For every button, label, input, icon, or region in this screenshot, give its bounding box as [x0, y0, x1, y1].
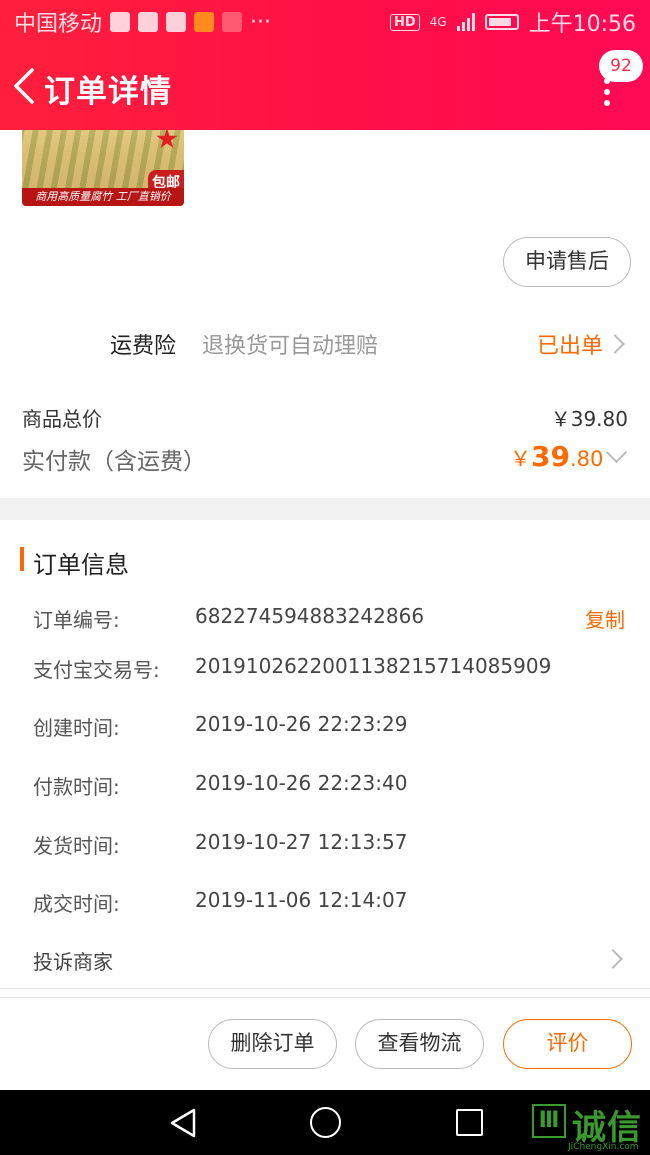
more-notifications-icon: ··· — [250, 9, 271, 35]
order-number-row: 订单编号: 682274594883242866 复制 — [0, 604, 650, 634]
apply-aftersale-button[interactable]: 申请售后 — [503, 237, 631, 287]
goods-total-label: 商品总价 — [22, 407, 102, 431]
signal-icon — [456, 13, 475, 31]
amount-integer: 39 — [531, 440, 570, 473]
complain-seller-link[interactable]: 投诉商家 — [33, 946, 113, 975]
shipping-time: 2019-10-27 12:13:57 — [195, 830, 408, 854]
info-label: 付款时间: — [33, 775, 120, 799]
shipping-insurance-status[interactable]: 已出单 — [537, 328, 603, 360]
alipay-trade-number-row: 支付宝交易号: 2019102622001138215714085909 — [0, 654, 650, 684]
chevron-right-icon[interactable] — [605, 334, 625, 354]
info-label: 创建时间: — [33, 716, 120, 740]
weibo-icon — [166, 12, 187, 32]
goods-total-value: ￥39.80 — [550, 407, 628, 431]
carrier-name: 中国移动 — [14, 12, 103, 37]
shipping-insurance-description: 退换货可自动理赔 — [202, 334, 379, 359]
deal-time: 2019-11-06 12:14:07 — [195, 888, 408, 912]
payment-time-row: 付款时间: 2019-10-26 22:23:40 — [0, 771, 650, 801]
amount-paid-value: ￥39.80 — [510, 440, 603, 473]
view-logistics-button[interactable]: 查看物流 — [355, 1019, 484, 1069]
shipping-time-row: 发货时间: 2019-10-27 12:13:57 — [0, 830, 650, 860]
watermark-logo: Ⅲ 诚信 JiChengXin.com — [530, 1098, 650, 1155]
sim-icon — [138, 12, 159, 32]
alipay-trade-number: 2019102622001138215714085909 — [195, 654, 552, 678]
system-home-icon[interactable] — [310, 1107, 341, 1138]
info-label: 订单编号: — [33, 608, 120, 632]
info-label: 成交时间: — [33, 892, 120, 916]
more-menu-button[interactable] — [590, 78, 624, 108]
message-count-badge: 92 — [599, 50, 643, 82]
watermark-url: JiChengXin.com — [568, 1142, 639, 1152]
rate-order-button[interactable]: 评价 — [503, 1019, 632, 1069]
copy-order-number-button[interactable]: 复制 — [585, 604, 625, 633]
info-label: 发货时间: — [33, 834, 120, 858]
watermark-mark-icon: Ⅲ — [532, 1104, 566, 1138]
payment-time: 2019-10-26 22:23:40 — [195, 771, 408, 795]
divider — [0, 988, 650, 989]
clock: 上午10:56 — [528, 12, 636, 37]
amount-paid-label: 实付款（含运费） — [22, 449, 206, 475]
nav-bar: 订单详情 92 — [0, 44, 650, 130]
video-app-icon — [194, 12, 215, 32]
info-label: 支付宝交易号: — [33, 658, 160, 682]
system-back-icon[interactable] — [168, 1107, 198, 1139]
chevron-right-icon[interactable] — [603, 949, 623, 969]
created-time: 2019-10-26 22:23:29 — [195, 712, 408, 736]
section-separator — [0, 498, 650, 520]
order-info-title: 订单信息 — [33, 551, 129, 579]
activity-icon — [110, 12, 131, 32]
currency-symbol: ￥ — [510, 447, 531, 471]
order-number: 682274594883242866 — [195, 604, 425, 628]
status-bar: 中国移动 ··· HD 4G 上午10:56 — [0, 0, 650, 44]
deal-time-row: 成交时间: 2019-11-06 12:14:07 — [0, 888, 650, 918]
created-time-row: 创建时间: 2019-10-26 22:23:29 — [0, 712, 650, 742]
hd-icon: HD — [389, 13, 420, 31]
delete-order-button[interactable]: 删除订单 — [208, 1019, 337, 1069]
section-accent-bar — [20, 547, 24, 571]
battery-icon — [484, 14, 519, 30]
product-image-caption: 商用高质量腐竹 工厂直销价 — [22, 188, 184, 206]
amount-decimal: .80 — [569, 447, 604, 471]
app-header: 中国移动 ··· HD 4G 上午10:56 订单详情 92 — [0, 0, 650, 130]
system-recent-apps-icon[interactable] — [456, 1109, 483, 1136]
heart-app-icon — [222, 12, 243, 32]
network-type-icon: 4G — [429, 15, 447, 29]
chevron-down-icon[interactable] — [605, 441, 628, 464]
shipping-insurance-label: 运费险 — [110, 334, 177, 359]
back-arrow-icon[interactable] — [10, 66, 40, 106]
page-title: 订单详情 — [44, 74, 172, 110]
